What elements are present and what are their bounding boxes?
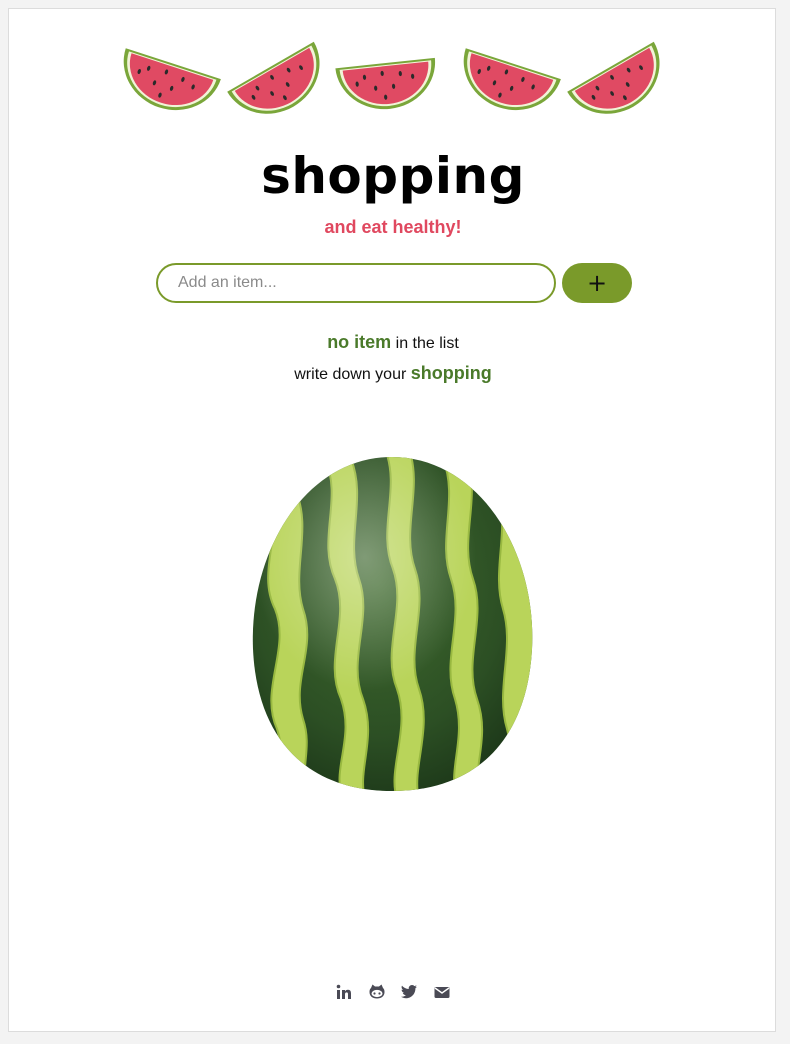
watermelon-slice-banner: [9, 31, 777, 131]
watermelon-slice-icon: [567, 41, 660, 114]
whole-watermelon-image: [252, 457, 533, 791]
watermelon-slice-icon: [463, 48, 561, 111]
add-item-button[interactable]: +: [562, 263, 632, 303]
page-subtitle: and eat healthy!: [324, 217, 462, 237]
watermelon-slice-icon: [123, 48, 221, 111]
hint-highlight-shopping: shopping: [410, 363, 492, 383]
empty-list-status: no item in the list: [9, 330, 777, 356]
github-icon[interactable]: [368, 983, 386, 1001]
status-text-in-list: in the list: [391, 335, 459, 352]
twitter-icon[interactable]: [400, 983, 418, 1001]
mail-icon[interactable]: [433, 983, 451, 1001]
app-card: shopping and eat healthy! + no item in t…: [8, 8, 776, 1032]
status-highlight-no-item: no item: [327, 332, 392, 352]
watermelon-slice-icon: [335, 57, 436, 110]
linkedin-icon[interactable]: [335, 983, 353, 1001]
add-item-input[interactable]: [156, 263, 556, 303]
watermelon-slice-icon: [227, 41, 320, 114]
add-item-form: +: [156, 263, 632, 303]
social-links: [9, 983, 777, 1005]
hint-text-write-down: write down your: [294, 366, 411, 383]
page-title: shopping: [261, 147, 525, 205]
empty-list-hint: write down your shopping: [9, 361, 777, 387]
